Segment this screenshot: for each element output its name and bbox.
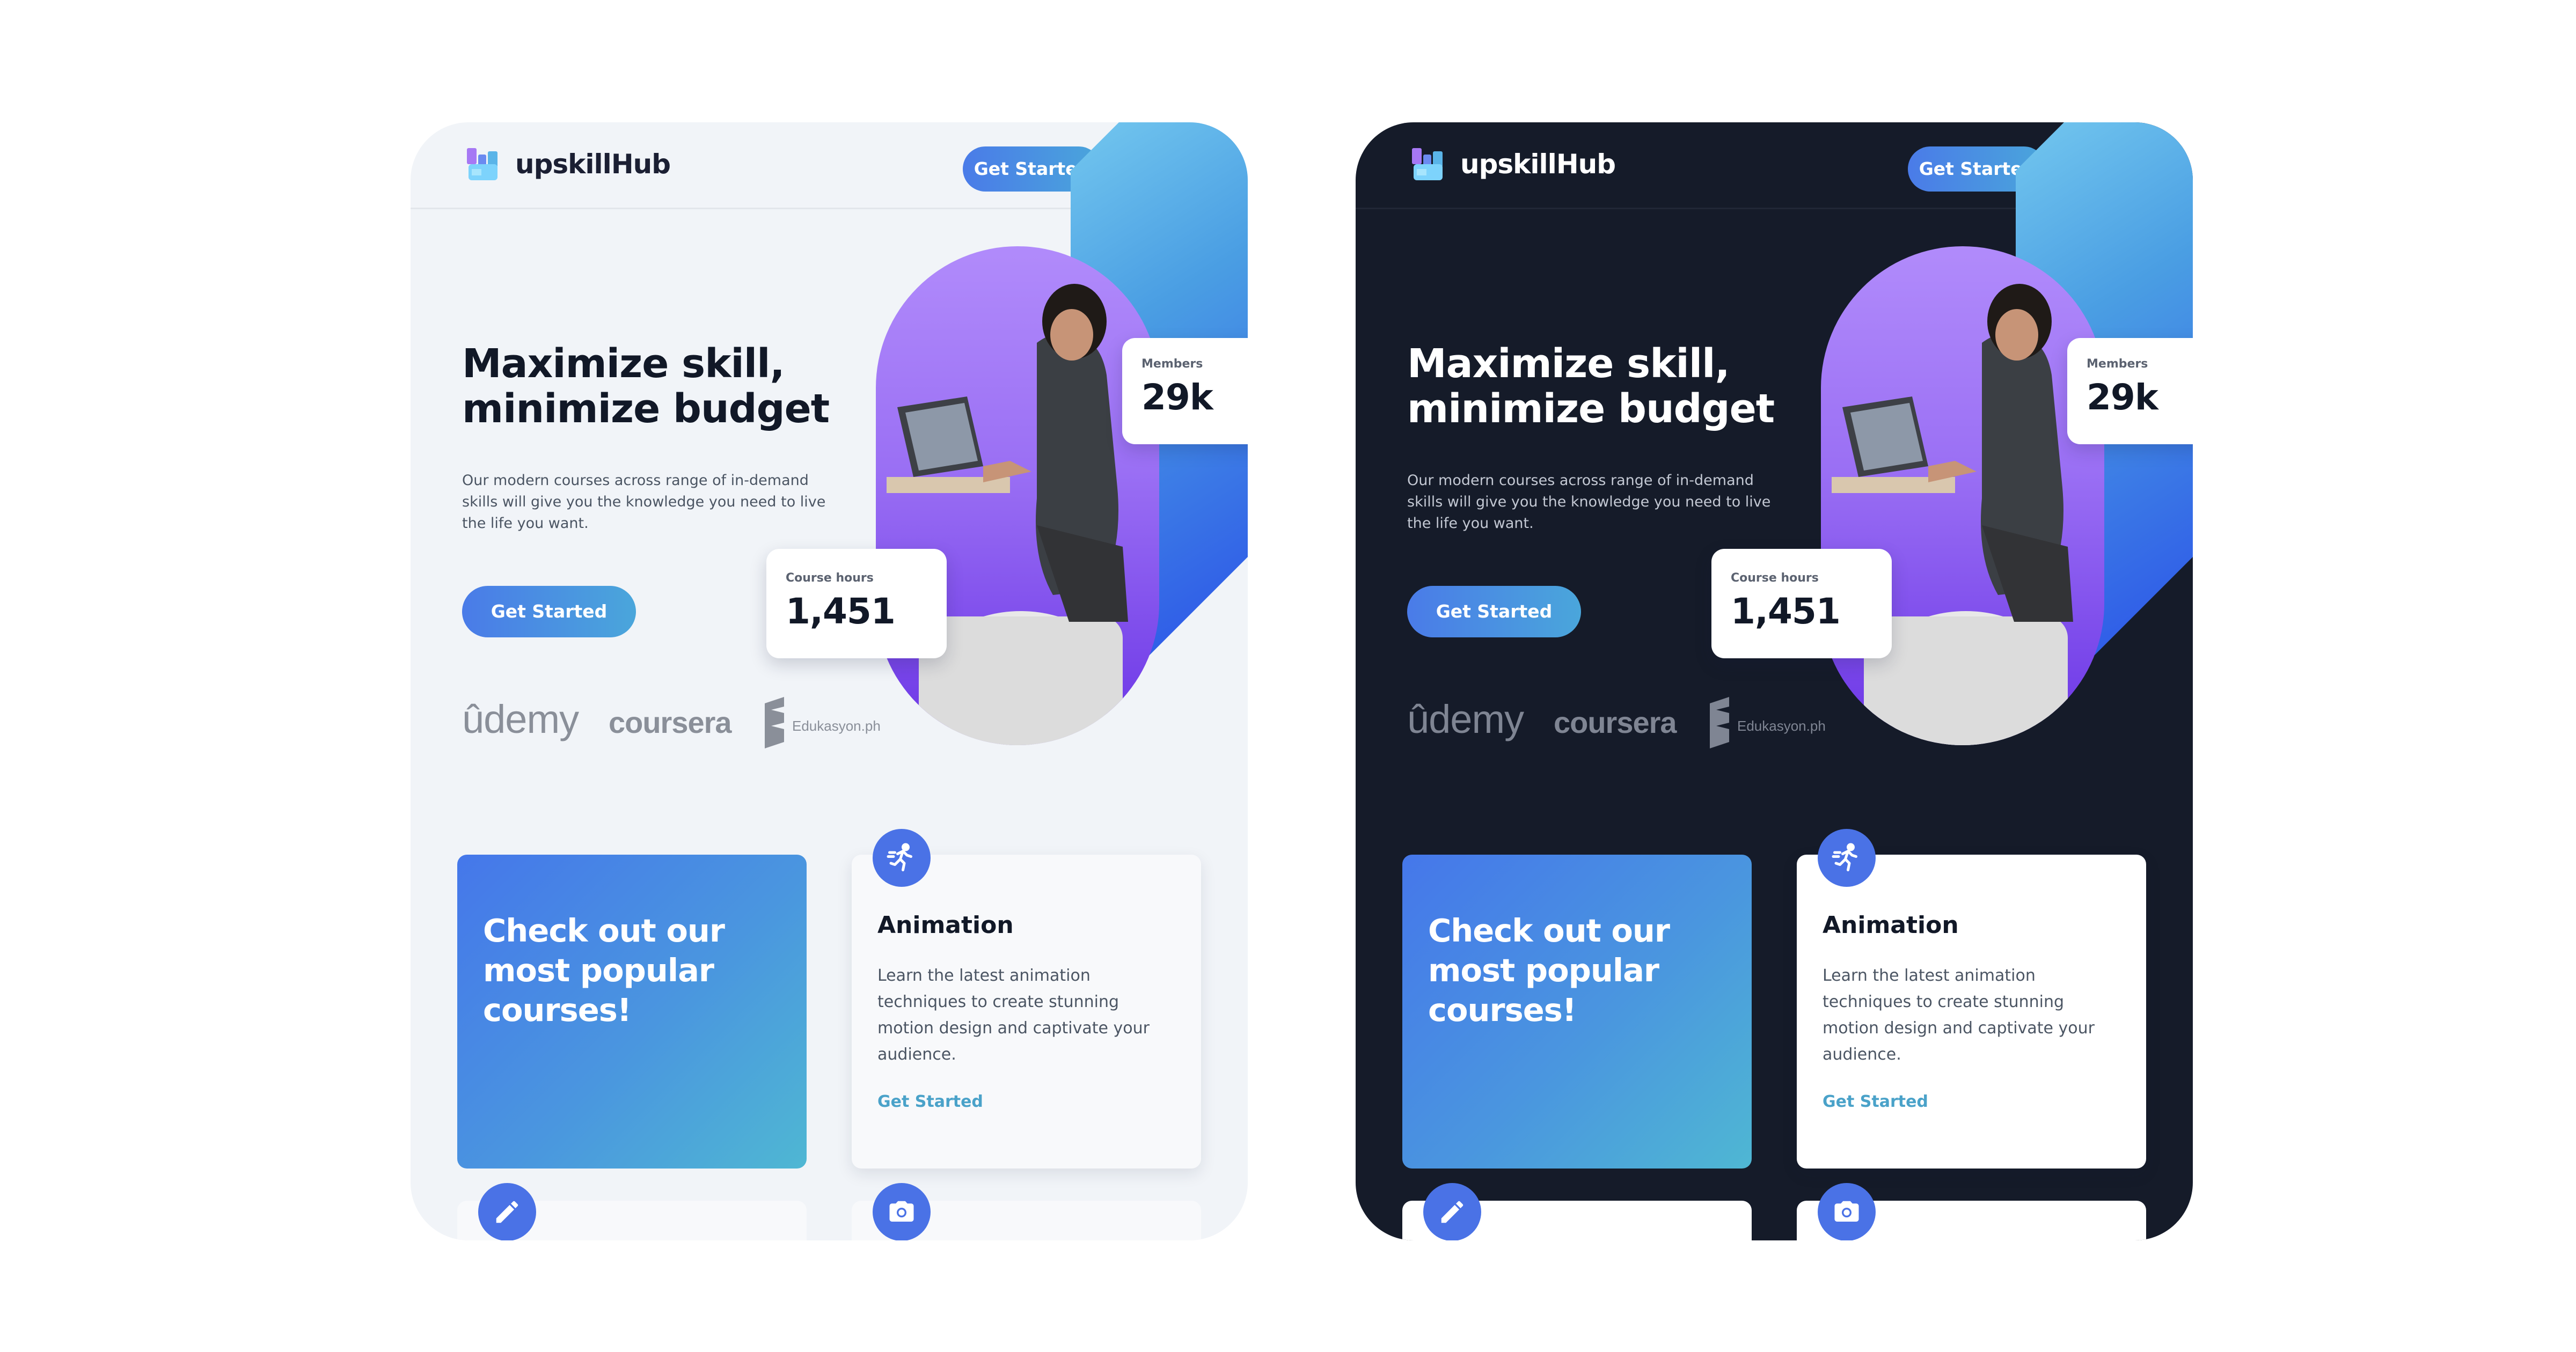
members-stat-card: Members 29k bbox=[2067, 338, 2193, 444]
hero-get-started-button[interactable]: Get Started bbox=[462, 586, 636, 637]
upskillhub-logo-icon[interactable] bbox=[1409, 145, 1447, 183]
members-label: Members bbox=[1141, 357, 1203, 371]
popular-courses-title: Check out our most popular courses! bbox=[483, 912, 725, 1028]
hero-photo bbox=[876, 246, 1159, 745]
course-hours-value: 1,451 bbox=[786, 591, 896, 632]
camera-icon bbox=[889, 1201, 914, 1222]
course-title: Animation bbox=[877, 912, 1014, 939]
running-figure-icon bbox=[1832, 843, 1857, 871]
camera-icon-badge bbox=[1818, 1183, 1876, 1240]
hero-description: Our modern courses across range of in-de… bbox=[462, 472, 826, 532]
course-title: Animation bbox=[1823, 912, 1959, 939]
popular-courses-card[interactable]: Check out our most popular courses! bbox=[457, 855, 807, 1169]
running-figure-icon bbox=[887, 843, 912, 871]
course-hours-stat-card: Course hours 1,451 bbox=[1711, 549, 1892, 658]
popular-courses-title: Check out our most popular courses! bbox=[1428, 912, 1670, 1028]
hero-title: Maximize skill, minimize budget bbox=[462, 341, 830, 432]
hero-get-started-button[interactable]: Get Started bbox=[1407, 586, 1581, 637]
pencil-icon-badge bbox=[478, 1183, 536, 1240]
course-get-started-link[interactable]: Get Started bbox=[1823, 1091, 1928, 1113]
edukasyon-logo-icon bbox=[1710, 697, 1729, 748]
course-hours-stat-card: Course hours 1,451 bbox=[766, 549, 947, 658]
members-value: 29k bbox=[2087, 377, 2158, 418]
edukasyon-logo-icon bbox=[765, 697, 784, 748]
course-description: Learn the latest animation techniques to… bbox=[1823, 966, 2095, 1064]
course-hours-label: Course hours bbox=[786, 571, 874, 585]
partner-edukasyon: Edukasyon.ph bbox=[1737, 718, 1826, 734]
hero-photo bbox=[1821, 246, 2104, 745]
animation-course-card[interactable]: Animation Learn the latest animation tec… bbox=[1797, 855, 2146, 1169]
animation-course-card[interactable]: Animation Learn the latest animation tec… bbox=[852, 855, 1201, 1169]
camera-icon bbox=[1834, 1201, 1859, 1222]
brand-name[interactable]: upskillHub bbox=[515, 145, 671, 183]
pencil-icon bbox=[1441, 1201, 1463, 1223]
hero-title: Maximize skill, minimize budget bbox=[1407, 341, 1775, 432]
partner-coursera: coursera bbox=[1554, 706, 1677, 739]
partner-udemy: ûdemy bbox=[462, 697, 579, 741]
animation-icon-badge bbox=[1818, 829, 1876, 887]
pencil-icon-badge bbox=[1423, 1183, 1481, 1240]
camera-icon-badge bbox=[873, 1183, 931, 1240]
members-stat-card: Members 29k bbox=[1122, 338, 1248, 444]
dark-mode-screen: upskillHub Get Started Maximize skill, m… bbox=[1356, 122, 2193, 1240]
popular-courses-card[interactable]: Check out our most popular courses! bbox=[1402, 855, 1752, 1169]
upskillhub-logo-icon[interactable] bbox=[464, 145, 502, 183]
partner-udemy: ûdemy bbox=[1407, 697, 1524, 741]
light-mode-screen: upskillHub Get Started Maximize skill, m… bbox=[411, 122, 1248, 1240]
pencil-icon bbox=[496, 1201, 518, 1223]
hero-description: Our modern courses across range of in-de… bbox=[1407, 472, 1771, 532]
members-label: Members bbox=[2087, 357, 2148, 371]
members-value: 29k bbox=[1141, 377, 1213, 418]
partner-coursera: coursera bbox=[609, 706, 732, 739]
animation-icon-badge bbox=[873, 829, 931, 887]
course-hours-label: Course hours bbox=[1731, 571, 1819, 585]
brand-name[interactable]: upskillHub bbox=[1460, 145, 1616, 183]
course-description: Learn the latest animation techniques to… bbox=[877, 966, 1150, 1064]
course-get-started-link[interactable]: Get Started bbox=[877, 1091, 983, 1113]
course-hours-value: 1,451 bbox=[1731, 591, 1841, 632]
partner-edukasyon: Edukasyon.ph bbox=[792, 718, 881, 734]
